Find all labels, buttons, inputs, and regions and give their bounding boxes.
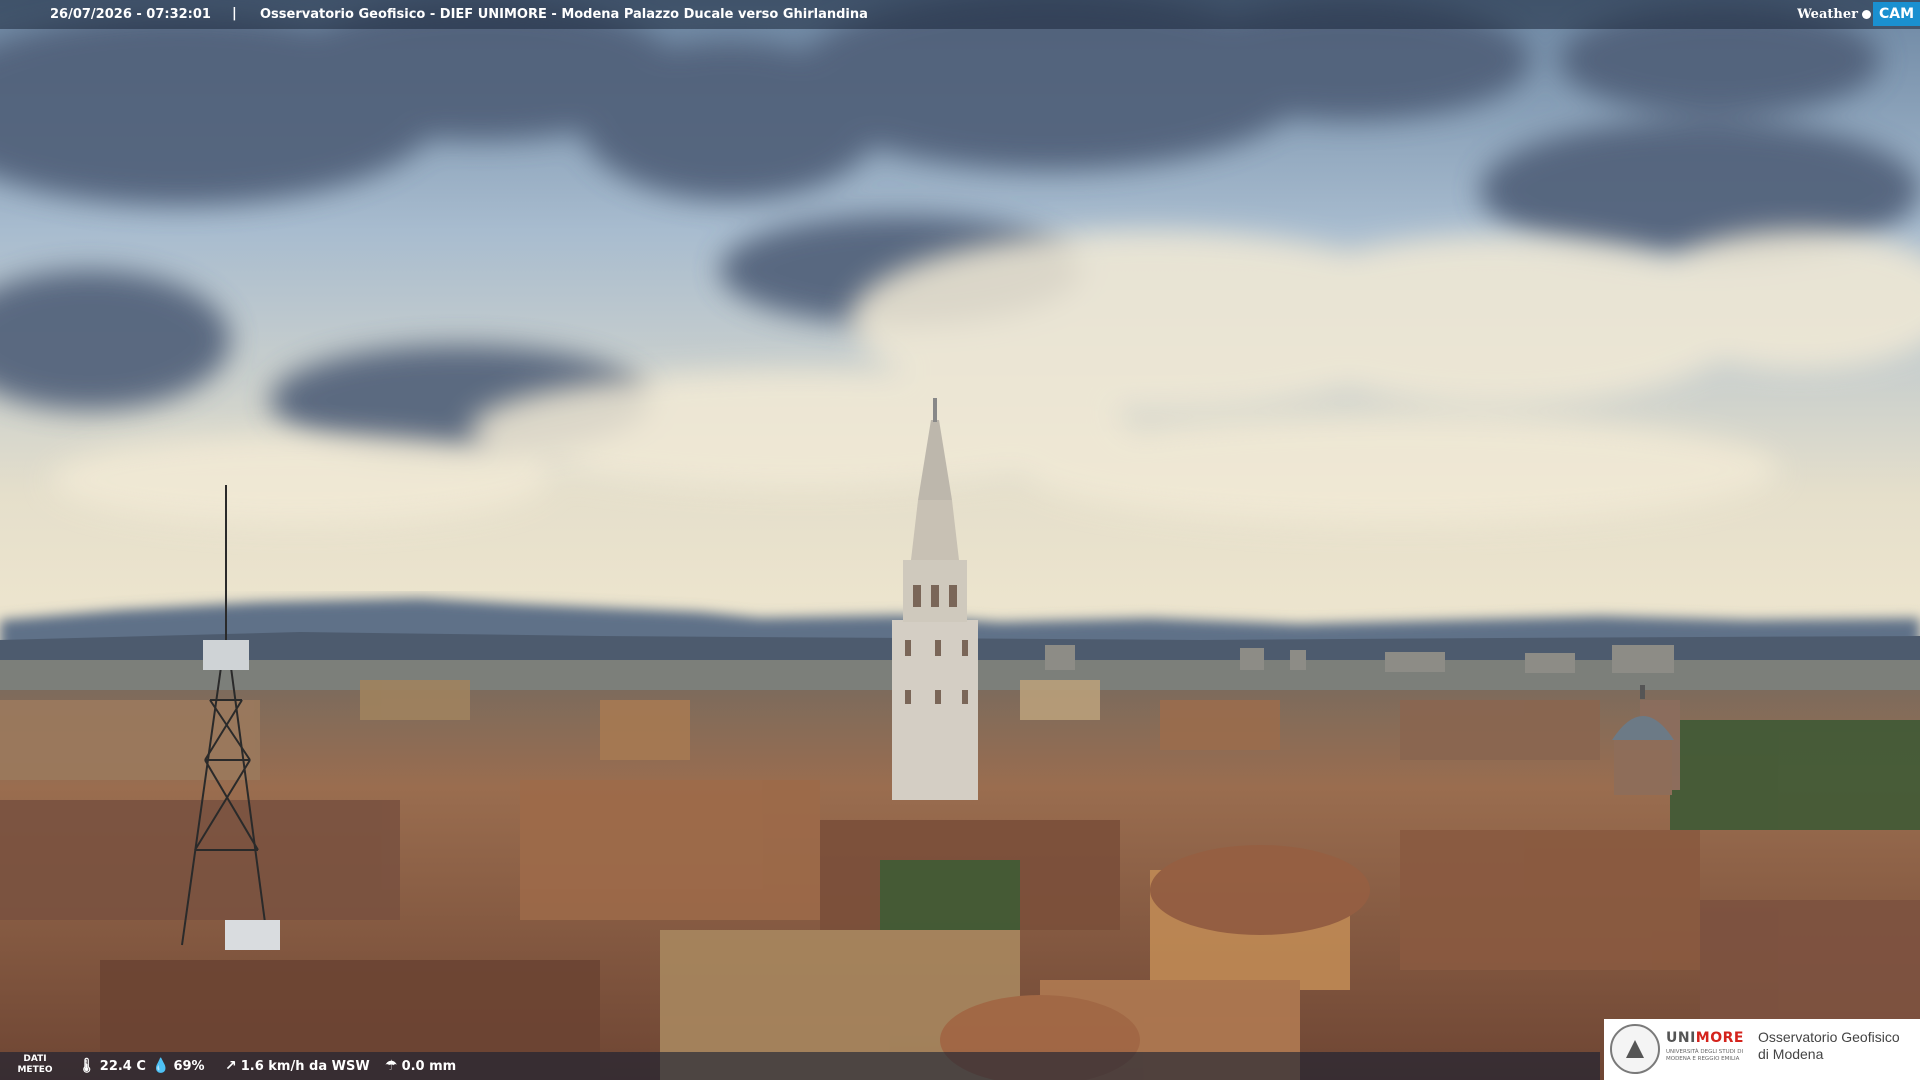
webcam-image xyxy=(0,0,1920,1080)
humidity-readout: 💧 69% xyxy=(152,1058,205,1074)
rain-value: 0.0 mm xyxy=(401,1058,457,1074)
wind-value: 1.6 km/h da WSW xyxy=(240,1058,370,1074)
weathercam-logo: Weather CAM xyxy=(1797,0,1920,28)
university-seal-icon xyxy=(1610,1024,1660,1074)
rain-icon: ☂ xyxy=(385,1058,398,1074)
rain-readout: ☂ 0.0 mm xyxy=(385,1058,456,1074)
antenna-panels xyxy=(203,640,249,670)
humidity-value: 69% xyxy=(173,1058,205,1074)
timestamp: 26/07/2026 - 07:32:01 xyxy=(50,7,211,22)
brand-dot-icon xyxy=(1861,9,1871,19)
separator: | xyxy=(232,6,237,21)
weather-brand-text: Weather xyxy=(1797,6,1858,22)
meteo-data-bar: DATI METEO 🌡 22.4 C 💧 69% ↗ 1.6 km/h da … xyxy=(0,1052,1600,1080)
unimore-wordmark: UNIMORE xyxy=(1666,1030,1744,1046)
observatory-name: Osservatorio Geofisico di Modena xyxy=(1758,1029,1900,1062)
temperature-readout: 🌡 22.4 C xyxy=(78,1058,146,1074)
humidity-drop-icon: 💧 xyxy=(152,1058,170,1074)
meteo-label: DATI METEO xyxy=(17,1054,53,1075)
camera-title: Osservatorio Geofisico - DIEF UNIMORE - … xyxy=(260,7,868,22)
top-overlay-bar: 26/07/2026 - 07:32:01 | Osservatorio Geo… xyxy=(0,0,1920,29)
wind-arrow-icon: ↗ xyxy=(225,1058,237,1074)
wind-readout: ↗ 1.6 km/h da WSW xyxy=(225,1058,370,1074)
temperature-value: 22.4 C xyxy=(99,1058,146,1074)
unimore-logo-panel: UNIMORE UNIVERSITÀ DEGLI STUDI DI MODENA… xyxy=(1604,1019,1920,1080)
thermometer-icon: 🌡 xyxy=(78,1058,96,1074)
university-subtitle: UNIVERSITÀ DEGLI STUDI DI MODENA E REGGI… xyxy=(1666,1049,1744,1062)
cam-brand-text: CAM xyxy=(1872,2,1920,26)
